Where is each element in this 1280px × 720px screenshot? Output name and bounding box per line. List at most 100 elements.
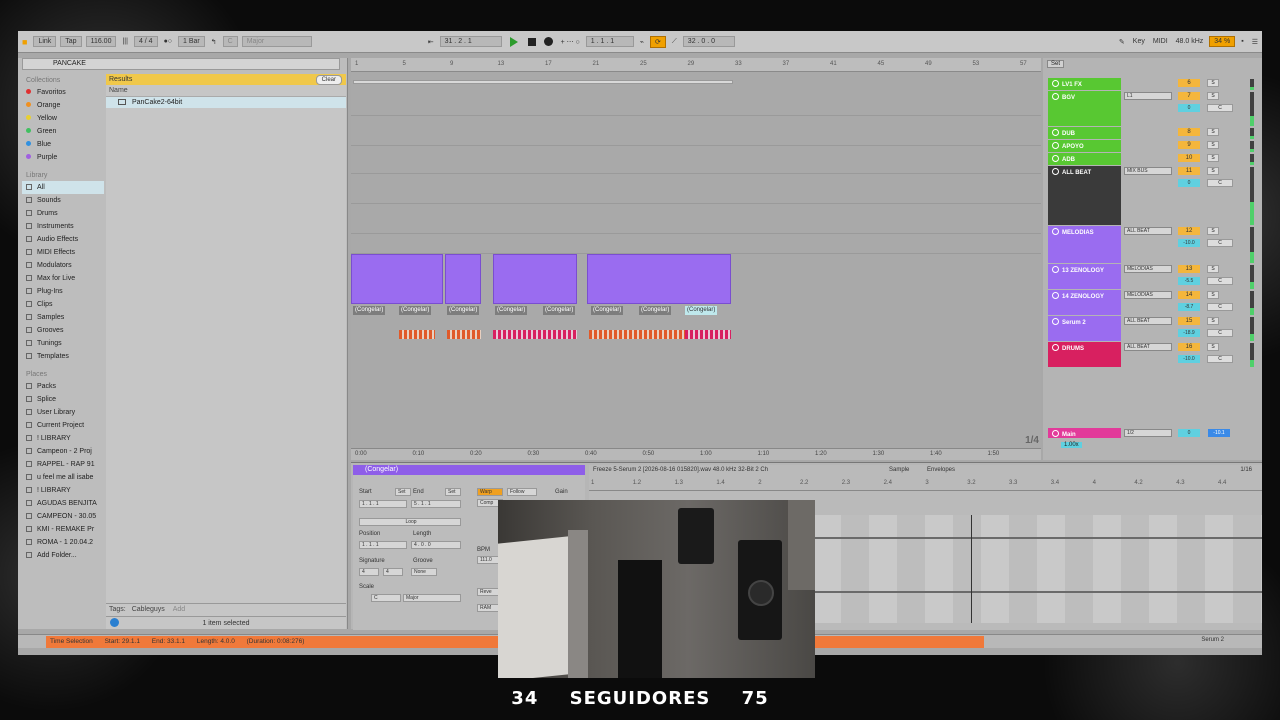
collection-item[interactable]: Blue	[22, 138, 104, 151]
main-volume[interactable]: 0	[1178, 429, 1200, 437]
pan-center-button[interactable]: C	[1207, 239, 1233, 247]
solo-button[interactable]: S	[1207, 343, 1219, 351]
signature-denominator[interactable]: 4	[383, 568, 403, 576]
position-field[interactable]: 1 . 1 . 1	[359, 541, 407, 549]
place-item[interactable]: KMI - REMAKE Pr	[22, 523, 104, 536]
start-field[interactable]: 1 . 1 . 1	[359, 500, 407, 508]
main-track-name[interactable]: Main	[1048, 428, 1121, 438]
start-set-button[interactable]: Set	[395, 488, 411, 496]
clip-label[interactable]: (Congelar)	[543, 306, 576, 315]
follow-button[interactable]: Follow	[507, 488, 537, 496]
tap-button[interactable]: Tap	[60, 36, 82, 47]
output-routing-select[interactable]: ALL BEAT	[1124, 343, 1172, 351]
solo-button[interactable]: S	[1207, 154, 1219, 162]
signature-numerator[interactable]: 4	[359, 568, 379, 576]
track-name[interactable]: 14 ZENOLOGY	[1048, 290, 1121, 315]
track-activator-icon[interactable]	[1052, 93, 1059, 100]
place-item[interactable]: User Library	[22, 406, 104, 419]
place-item[interactable]: ! LIBRARY	[22, 432, 104, 445]
pencil-icon[interactable]: ✎	[1115, 38, 1129, 46]
pan-center-button[interactable]: C	[1207, 329, 1233, 337]
track-number[interactable]: 15	[1178, 317, 1200, 325]
length-field[interactable]: 4 . 0 . 0	[411, 541, 461, 549]
pan-center-button[interactable]: C	[1207, 104, 1233, 112]
metronome-icon[interactable]: |||	[118, 38, 131, 45]
solo-button[interactable]: S	[1207, 265, 1219, 273]
output-routing-select[interactable]: MELODIAS	[1124, 265, 1172, 273]
tab-envelopes[interactable]: Envelopes	[923, 465, 959, 475]
volume-field[interactable]: -8.7	[1178, 303, 1200, 311]
scale-mode-select[interactable]: Major	[403, 594, 461, 602]
loop-brace[interactable]	[353, 80, 733, 84]
library-item[interactable]: MIDI Effects	[22, 246, 104, 259]
tag-chip[interactable]: Cableguys	[132, 606, 165, 613]
loop-length-field[interactable]: 32 . 0 . 0	[682, 36, 735, 47]
track-number[interactable]: 11	[1178, 167, 1200, 175]
time-ruler[interactable]: 0:00 0:10 0:20 0:30 0:40 0:50 1:00 1:10 1:20 1:30…	[351, 448, 1041, 460]
drum-notes[interactable]	[493, 330, 577, 339]
set-button[interactable]: Set	[1047, 60, 1065, 68]
solo-button[interactable]: S	[1207, 317, 1219, 325]
library-item[interactable]: Instruments	[22, 220, 104, 233]
play-icon[interactable]	[509, 36, 518, 47]
drum-notes[interactable]	[447, 330, 481, 339]
collection-item[interactable]: Green	[22, 125, 104, 138]
main-track[interactable]: Main 1/2 0 -10.1	[1048, 428, 1256, 440]
track-activator-icon[interactable]	[1052, 430, 1059, 437]
solo-button[interactable]: S	[1207, 167, 1219, 175]
track-activator-icon[interactable]	[1052, 129, 1059, 136]
track-activator-icon[interactable]	[1052, 142, 1059, 149]
track-lane[interactable]	[351, 234, 1041, 254]
collection-item[interactable]: Orange	[22, 99, 104, 112]
place-item[interactable]: AGUDAS BENJITA	[22, 497, 104, 510]
track-name[interactable]: LV1 FX	[1048, 78, 1121, 90]
midi-map-button[interactable]: MIDI	[1149, 38, 1172, 45]
solo-button[interactable]: S	[1207, 92, 1219, 100]
song-position-field[interactable]: 31 . 2 . 1	[439, 36, 502, 47]
solo-button[interactable]: S	[1207, 128, 1219, 136]
track-name[interactable]: DUB	[1048, 127, 1121, 139]
output-routing-select[interactable]: ALL BEAT	[1124, 317, 1172, 325]
library-item[interactable]: Grooves	[22, 324, 104, 337]
volume-field[interactable]: 0	[1178, 104, 1200, 112]
pan-center-button[interactable]: C	[1207, 179, 1233, 187]
record-mode-icon[interactable]: ●○	[160, 38, 176, 45]
midi-clip[interactable]	[587, 254, 731, 304]
volume-field[interactable]: -10.0	[1178, 355, 1200, 363]
library-item[interactable]: Clips	[22, 298, 104, 311]
solo-button[interactable]: S	[1207, 227, 1219, 235]
sample-ruler[interactable]: 1 1.2 1.3 1.4 2 2.2 2.3 2.4 3 3.2 3.3 3.4 4 4.2 4.3 4.4	[589, 477, 1262, 491]
place-item[interactable]: ROMA - 1 20.04.2	[22, 536, 104, 549]
track-lane[interactable]	[351, 86, 1041, 116]
volume-field[interactable]: -10.0	[1178, 239, 1200, 247]
clip-label[interactable]: (Congelar)	[353, 306, 386, 315]
groove-select[interactable]: None	[411, 568, 437, 576]
track-name[interactable]: MELODIAS	[1048, 226, 1121, 263]
track-header[interactable]: Serum 2 ALL BEAT 15 S -18.9 C	[1048, 316, 1256, 342]
track-activator-icon[interactable]	[1052, 292, 1059, 299]
place-item[interactable]: Packs	[22, 380, 104, 393]
track-activator-icon[interactable]	[1052, 80, 1059, 87]
bpm-field[interactable]: 111.0	[477, 556, 499, 564]
clip-label[interactable]: (Congelar)	[591, 306, 624, 315]
key-scale-select[interactable]: Major	[241, 36, 312, 47]
end-field[interactable]: 5 . 1 . 1	[411, 500, 461, 508]
track-header[interactable]: APOYO 9 S	[1048, 140, 1256, 153]
library-item[interactable]: Samples	[22, 311, 104, 324]
output-routing-select[interactable]: L1	[1124, 92, 1172, 100]
track-number[interactable]: 6	[1178, 79, 1200, 87]
track-name[interactable]: ADB	[1048, 153, 1121, 165]
clip-label[interactable]: (Congelar)	[447, 306, 480, 315]
volume-field[interactable]: 0	[1178, 179, 1200, 187]
quantize-select[interactable]: 1 Bar	[178, 36, 205, 47]
solo-button[interactable]: S	[1207, 141, 1219, 149]
track-name[interactable]: ALL BEAT	[1048, 166, 1121, 225]
track-header[interactable]: 14 ZENOLOGY MELODIAS 14 S -8.7 C	[1048, 290, 1256, 316]
collection-item[interactable]: Purple	[22, 151, 104, 164]
place-item[interactable]: ! LIBRARY	[22, 484, 104, 497]
track-number[interactable]: 13	[1178, 265, 1200, 273]
main-output-select[interactable]: 1/2	[1124, 429, 1172, 437]
track-activator-icon[interactable]	[1052, 228, 1059, 235]
pan-center-button[interactable]: C	[1207, 303, 1233, 311]
track-activator-icon[interactable]	[1052, 168, 1059, 175]
